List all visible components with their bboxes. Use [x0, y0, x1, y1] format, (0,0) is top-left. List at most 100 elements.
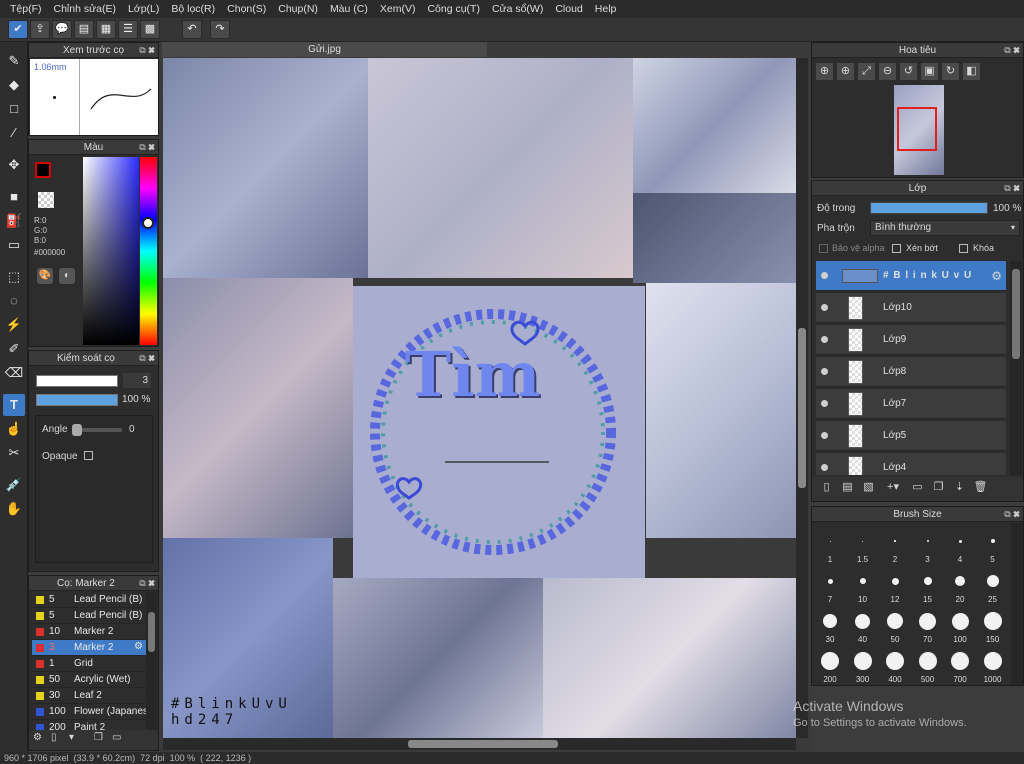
select-rect-tool-icon[interactable]: ⬚: [3, 266, 25, 288]
layer-row[interactable]: # B l i n k U v U ⚙: [816, 261, 1006, 291]
menu-item[interactable]: Chọn(S): [221, 3, 272, 15]
zoom-actual-icon[interactable]: ⊕: [816, 63, 833, 80]
comment-button[interactable]: 💬: [52, 20, 72, 39]
layer-row[interactable]: Lớp10: [816, 293, 1006, 323]
layer-row[interactable]: Lớp8: [816, 357, 1006, 387]
export-button[interactable]: ⇪: [30, 20, 50, 39]
brush-size-option[interactable]: 150: [978, 607, 1008, 644]
blend-mode-select[interactable]: Bình thường ▾: [870, 220, 1020, 236]
opaque-checkbox[interactable]: [84, 451, 93, 460]
foreground-color-swatch[interactable]: [35, 162, 51, 178]
menu-item[interactable]: Bộ lọc(R): [165, 3, 221, 15]
brush-list-item[interactable]: 3 Marker 2 ⚙: [32, 640, 147, 656]
protect-alpha-checkbox[interactable]: [819, 244, 828, 253]
brush-list-item[interactable]: 5 Lead Pencil (B): [32, 608, 147, 624]
brush-size-option[interactable]: 500: [913, 647, 943, 684]
undo-button[interactable]: ↶: [182, 20, 202, 39]
brush-size-option[interactable]: 1: [815, 527, 845, 564]
brush-size-option[interactable]: 5: [978, 527, 1008, 564]
select-pen-tool-icon[interactable]: ✐: [3, 338, 25, 360]
grid-button[interactable]: ▩: [140, 20, 160, 39]
menu-item[interactable]: Help: [589, 3, 623, 15]
divide-tool-icon[interactable]: ✂: [3, 442, 25, 464]
brush-size-option[interactable]: 40: [848, 607, 878, 644]
layer-row[interactable]: Lớp5: [816, 421, 1006, 451]
brush-size-option[interactable]: 400: [880, 647, 910, 684]
new-brush-icon[interactable]: ▯: [51, 732, 66, 747]
eraser-tool-icon[interactable]: ◆: [3, 74, 25, 96]
brush-size-scrollbar[interactable]: [1011, 523, 1023, 685]
lock-checkbox[interactable]: [959, 244, 968, 253]
brush-size-option[interactable]: 50: [880, 607, 910, 644]
brush-list-item[interactable]: 100 Flower (Japanese): [32, 704, 147, 720]
brush-size-option[interactable]: 12: [880, 567, 910, 604]
merge-layer-icon[interactable]: ⇣: [951, 480, 968, 497]
brush-size-option[interactable]: 7: [815, 567, 845, 604]
saturation-value-picker[interactable]: [83, 157, 139, 345]
brush-size-option[interactable]: 15: [913, 567, 943, 604]
message-button[interactable]: ▤: [74, 20, 94, 39]
layer-list-scrollbar[interactable]: [1010, 261, 1022, 475]
add-brush-icon[interactable]: ▾: [69, 732, 91, 747]
hue-handle[interactable]: [142, 217, 154, 229]
menu-item[interactable]: Màu (C): [324, 3, 374, 15]
transparent-color-swatch[interactable]: [38, 192, 54, 208]
brush-size-slider[interactable]: [36, 375, 118, 387]
color-wheel-icon[interactable]: ◐: [59, 268, 75, 284]
add-layer-dropdown-icon[interactable]: +▾: [881, 480, 905, 497]
fill-rect-tool-icon[interactable]: ■: [3, 186, 25, 208]
viewport-rectangle[interactable]: [897, 107, 937, 151]
select-eraser-tool-icon[interactable]: ⌫: [3, 362, 25, 384]
layer-row[interactable]: Lớp4: [816, 453, 1006, 475]
menu-item[interactable]: Lớp(L): [122, 3, 165, 15]
rotate-right-icon[interactable]: ↻: [942, 63, 959, 80]
visibility-eye-icon[interactable]: [821, 400, 828, 407]
menu-item[interactable]: Cloud: [549, 3, 588, 15]
panel-close-icon[interactable]: ⧉ ✖: [1004, 181, 1020, 196]
move-tool-icon[interactable]: ✥: [3, 154, 25, 176]
brush-size-option[interactable]: 10: [848, 567, 878, 604]
brush-list-scrollbar[interactable]: [146, 592, 157, 730]
angle-handle[interactable]: [72, 424, 82, 436]
flip-icon[interactable]: ◧: [963, 63, 980, 80]
zoom-in-icon[interactable]: ⊕: [837, 63, 854, 80]
brush-size-option[interactable]: 30: [815, 607, 845, 644]
line-tool-icon[interactable]: ⁄: [3, 122, 25, 144]
new-raster-layer-icon[interactable]: ▧: [860, 480, 877, 497]
brush-size-option[interactable]: 4: [945, 527, 975, 564]
panel-close-icon[interactable]: ⧉ ✖: [139, 140, 155, 155]
brush-folder-icon[interactable]: ▭: [112, 732, 127, 747]
brush-settings-icon[interactable]: ⚙: [33, 732, 48, 747]
menu-item[interactable]: Cửa sổ(W): [486, 3, 549, 15]
new-layer-icon[interactable]: ▯: [818, 480, 835, 497]
folder-icon[interactable]: ▭: [909, 480, 926, 497]
brush-size-option[interactable]: 3: [913, 527, 943, 564]
menu-item[interactable]: Công cụ(T): [421, 3, 486, 15]
brush-size-option[interactable]: 100: [945, 607, 975, 644]
visibility-eye-icon[interactable]: [821, 304, 828, 311]
bucket-tool-icon[interactable]: ⛽: [3, 210, 25, 232]
brush-list-item[interactable]: 1 Grid: [32, 656, 147, 672]
palette-icon[interactable]: 🎨: [37, 268, 53, 284]
brush-size-option[interactable]: 70: [913, 607, 943, 644]
brush-list-item[interactable]: 30 Leaf 2: [32, 688, 147, 704]
rotate-left-icon[interactable]: ↺: [900, 63, 917, 80]
document-button[interactable]: ▦: [96, 20, 116, 39]
lasso-tool-icon[interactable]: ◌: [3, 290, 25, 312]
brush-opacity-slider[interactable]: [36, 394, 118, 406]
panel-close-icon[interactable]: ⧉ ✖: [1004, 43, 1020, 58]
menu-item[interactable]: Chụp(N): [272, 3, 324, 15]
panel-close-icon[interactable]: ⧉ ✖: [139, 351, 155, 366]
brush-size-option[interactable]: 700: [945, 647, 975, 684]
eyedropper-tool-icon[interactable]: 💉: [3, 474, 25, 496]
visibility-eye-icon[interactable]: [821, 432, 828, 439]
navigator-thumbnail[interactable]: [894, 85, 944, 175]
brush-list-item[interactable]: 200 Paint 2: [32, 720, 147, 730]
brush-list-item[interactable]: 5 Lead Pencil (B): [32, 592, 147, 608]
copy-brush-icon[interactable]: ❐: [94, 732, 109, 747]
layer-row[interactable]: Lớp7: [816, 389, 1006, 419]
visibility-eye-icon[interactable]: [821, 368, 828, 375]
menu-item[interactable]: Chỉnh sửa(E): [48, 3, 122, 15]
vertical-scrollbar[interactable]: [796, 58, 808, 738]
brush-size-input[interactable]: 3: [123, 373, 151, 388]
